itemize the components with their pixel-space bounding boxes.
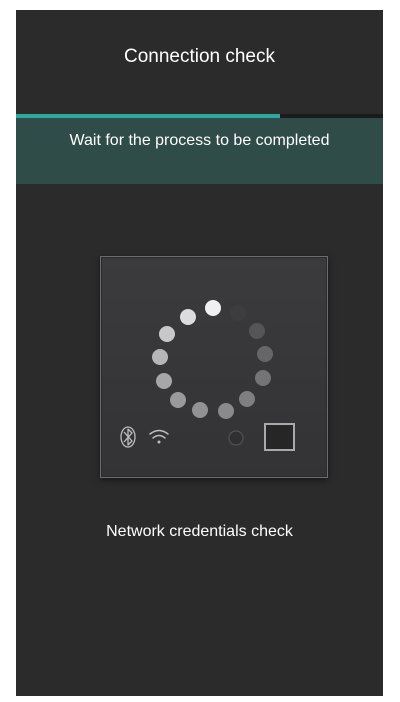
banner-message: Wait for the process to be completed (69, 132, 330, 149)
spinner-dot (218, 403, 234, 419)
spinner-dot (255, 370, 271, 386)
spinner-dot (180, 309, 196, 325)
loading-spinner (152, 300, 273, 419)
square-button-icon (264, 423, 295, 451)
wifi-icon (149, 429, 169, 444)
bluetooth-icon (120, 426, 136, 448)
device-illustration (100, 256, 328, 478)
spinner-dot (257, 346, 273, 362)
app-screen: Connection check Wait for the process to… (16, 10, 383, 696)
page-title: Connection check (123, 46, 276, 67)
spinner-dot (205, 300, 221, 316)
spinner-dot (192, 402, 208, 418)
status-message: Network credentials check (106, 523, 293, 540)
info-banner: Wait for the process to be completed (16, 118, 383, 184)
spinner-dot (170, 392, 186, 408)
status-led-icon (228, 430, 244, 446)
spinner-dot (152, 349, 168, 365)
spinner-dot (239, 391, 255, 407)
spinner-dot (230, 305, 246, 321)
spinner-dot (156, 373, 172, 389)
header: Connection check (16, 10, 383, 116)
spinner-dot (159, 326, 175, 342)
spinner-dot (249, 323, 265, 339)
device-graphic (120, 300, 295, 451)
